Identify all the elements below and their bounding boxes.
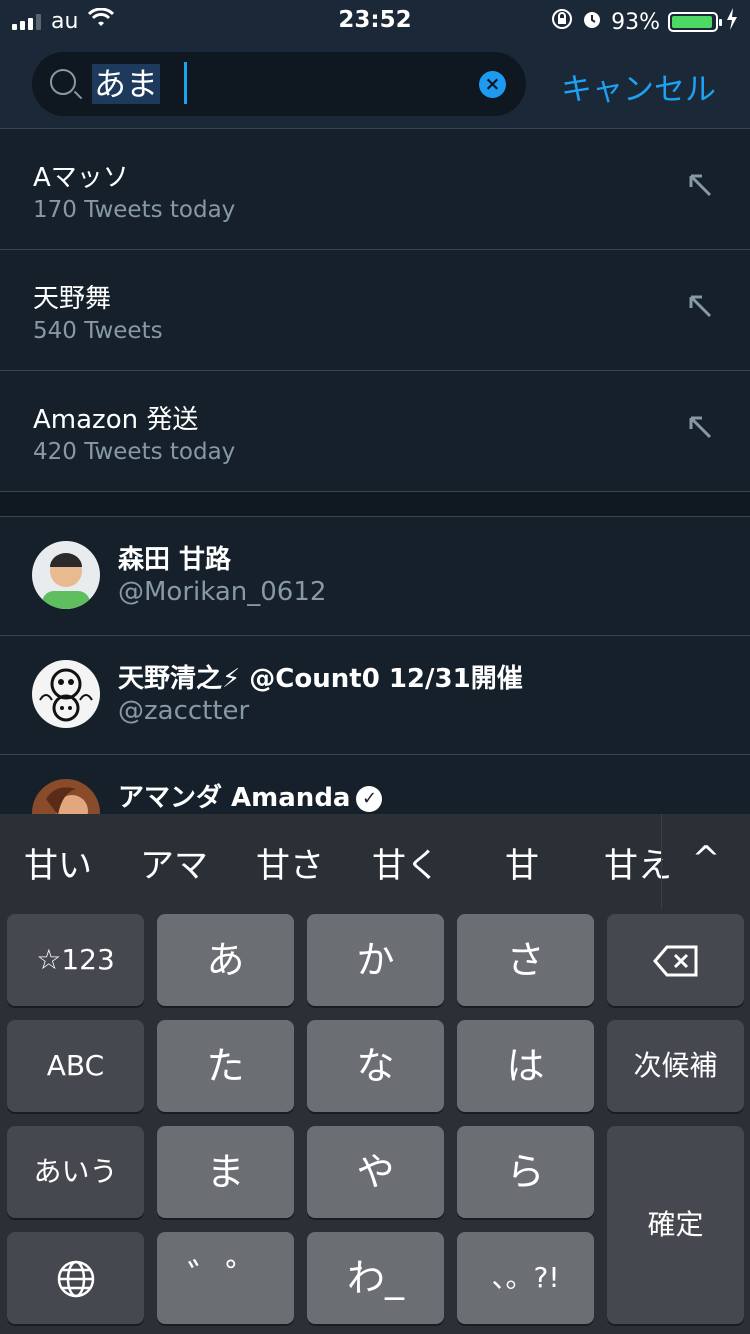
alarm-icon: [581, 8, 603, 36]
backspace-icon: [652, 945, 697, 977]
key-a[interactable]: あ: [157, 914, 294, 1006]
cancel-button[interactable]: キャンセル: [561, 64, 716, 109]
key-na[interactable]: な: [307, 1020, 444, 1112]
user-name: アマンダ Amanda ✓: [118, 777, 383, 814]
suggestion-title: 天野舞: [33, 284, 112, 314]
search-query[interactable]: あま: [92, 64, 161, 104]
dakuten-key[interactable]: ゛゜: [157, 1232, 294, 1324]
confirm-key[interactable]: 確定: [607, 1126, 744, 1324]
key-ha[interactable]: は: [457, 1020, 594, 1112]
status-bar: au 23:52 93%: [0, 0, 750, 40]
text-caret: [184, 62, 187, 104]
suggestion-title: Aマッソ: [33, 163, 129, 193]
candidate-item[interactable]: 甘: [464, 838, 580, 887]
globe-key[interactable]: [7, 1232, 144, 1324]
battery-icon: [668, 12, 722, 32]
user-result[interactable]: 天野清之⚡ @Count0 12/31開催 @zacctter: [0, 636, 750, 755]
avatar: [32, 660, 100, 728]
search-icon: [50, 69, 76, 95]
user-result[interactable]: 森田 甘路 @Morikan_0612: [0, 517, 750, 636]
candidate-bar: 甘い アマ 甘さ 甘く 甘 甘え: [0, 814, 750, 910]
next-candidate-key[interactable]: 次候補: [607, 1020, 744, 1112]
suggestion-subtitle: 540 Tweets: [33, 318, 163, 344]
kana-key[interactable]: あいう: [7, 1126, 144, 1218]
key-sa[interactable]: さ: [457, 914, 594, 1006]
key-ma[interactable]: ま: [157, 1126, 294, 1218]
abc-key[interactable]: ABC: [7, 1020, 144, 1112]
user-name: 天野清之⚡ @Count0 12/31開催: [118, 664, 523, 694]
user-handle: @zacctter: [118, 696, 250, 726]
charging-icon: [726, 8, 738, 36]
expand-candidates-button[interactable]: ^: [661, 814, 750, 910]
status-right: 93%: [551, 8, 738, 36]
section-divider: [0, 492, 750, 517]
fill-query-arrow-icon[interactable]: [686, 171, 714, 199]
suggestion-item[interactable]: Amazon 発送 420 Tweets today: [0, 371, 750, 492]
key-ra[interactable]: ら: [457, 1126, 594, 1218]
suggestion-subtitle: 420 Tweets today: [33, 439, 236, 465]
rotation-lock-icon: [551, 8, 573, 36]
symbols-key[interactable]: ☆123: [7, 914, 144, 1006]
backspace-key[interactable]: [607, 914, 744, 1006]
clear-search-icon[interactable]: ×: [479, 71, 506, 98]
key-ta[interactable]: た: [157, 1020, 294, 1112]
punctuation-key[interactable]: 、。?!: [457, 1232, 594, 1324]
search-header: あま × キャンセル: [0, 40, 750, 129]
suggestion-item[interactable]: Aマッソ 170 Tweets today: [0, 129, 750, 250]
avatar: [32, 541, 100, 609]
user-name: 森田 甘路: [118, 545, 232, 575]
globe-icon: [57, 1260, 94, 1298]
fill-query-arrow-icon[interactable]: [686, 413, 714, 441]
search-input[interactable]: あま ×: [32, 52, 526, 116]
suggestion-title: Amazon 発送: [33, 405, 199, 435]
key-wa[interactable]: わ_: [307, 1232, 444, 1324]
candidate-item[interactable]: 甘さ: [232, 838, 348, 887]
user-handle: @Morikan_0612: [118, 577, 327, 607]
candidate-item[interactable]: 甘い: [0, 838, 116, 887]
suggestion-item[interactable]: 天野舞 540 Tweets: [0, 250, 750, 371]
candidate-item[interactable]: 甘く: [348, 838, 464, 887]
candidate-item[interactable]: アマ: [116, 838, 232, 887]
keyboard: 甘い アマ 甘さ 甘く 甘 甘え ^ ☆123 あ か さ ABC た な は …: [0, 814, 750, 1334]
suggestion-subtitle: 170 Tweets today: [33, 197, 236, 223]
verified-badge-icon: ✓: [356, 785, 383, 812]
key-ya[interactable]: や: [307, 1126, 444, 1218]
key-ka[interactable]: か: [307, 914, 444, 1006]
user-name-text: アマンダ Amanda: [118, 783, 351, 813]
fill-query-arrow-icon[interactable]: [686, 292, 714, 320]
battery-percent: 93%: [611, 9, 660, 35]
